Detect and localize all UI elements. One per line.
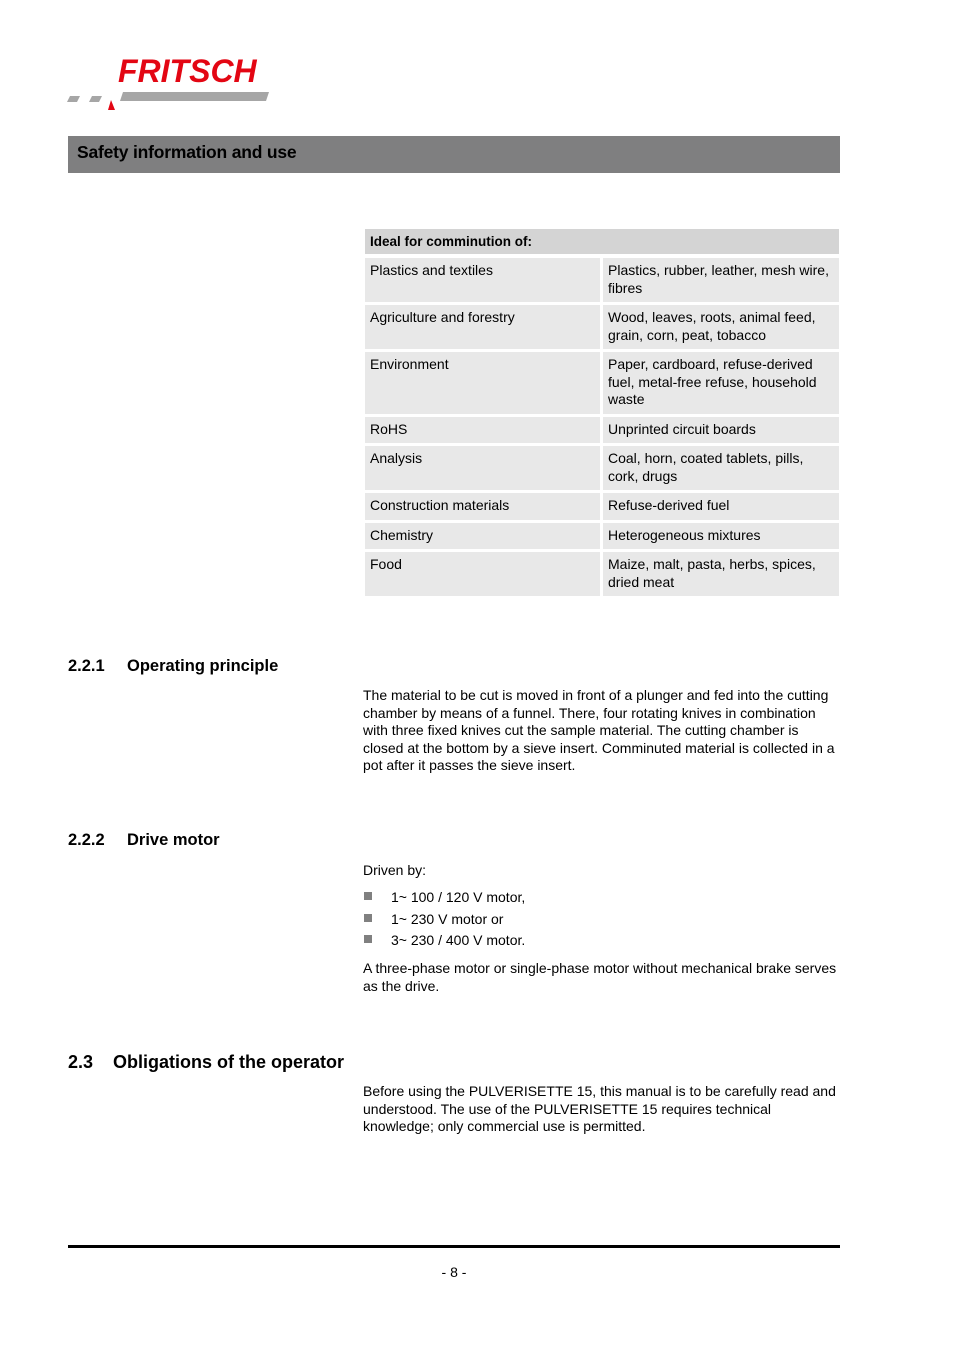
heading-number: 2.2.1 [68,657,105,675]
table-cell-materials: Plastics, rubber, leather, mesh wire, fi… [603,258,839,302]
list-item: 3~ 230 / 400 V motor. [363,930,841,952]
obligations-text: Before using the PULVERISETTE 15, this m… [363,1083,836,1135]
list-item: 1~ 230 V motor or [363,909,841,931]
drive-motor-text: A three-phase motor or single-phase moto… [363,960,837,994]
logo-dash-2 [89,96,102,102]
table-row: Environment Paper, cardboard, refuse-der… [365,352,839,414]
heading-text: Obligations of the operator [113,1052,345,1072]
table-cell-field: Plastics and textiles [365,258,600,302]
table-row: RoHS Unprinted circuit boards [365,416,839,443]
list-item-text: 1~ 100 / 120 V motor, [391,889,526,905]
fritsch-logo-graphic: FRITSCH [67,53,269,110]
table-cell-field: Environment [365,352,600,414]
heading-text: Operating principle [127,657,279,675]
table-cell-field: Chemistry [365,522,600,549]
heading-obligations: 2.3 Obligations of the operator [68,1052,344,1073]
page-title: Safety information and use [77,142,297,162]
table-cell-materials: Maize, malt, pasta, herbs, spices, dried… [603,552,839,596]
table-row: Plastics and textiles Plastics, rubber, … [365,258,839,302]
section-header-bar: Safety information and use [68,136,840,173]
table-cell-materials: Unprinted circuit boards [603,416,839,443]
table-row: Analysis Coal, horn, coated tablets, pil… [365,446,839,490]
table-cell-materials: Wood, leaves, roots, animal feed, grain,… [603,305,839,349]
square-bullet-icon [364,913,372,922]
heading-operating-principle: 2.2.1 Operating principle [68,657,278,676]
logo-triangle [108,100,115,110]
operating-principle-text: The material to be cut is moved in front… [363,687,835,774]
list-item-text: 1~ 230 V motor or [391,910,504,927]
table-cell-materials: Paper, cardboard, refuse-derived fuel, m… [603,352,839,414]
square-bullet-icon [364,935,372,943]
table-header: Ideal for comminution of: [365,229,839,254]
logo-bar [120,92,269,101]
table-row: Agriculture and forestry Wood, leaves, r… [365,305,839,349]
footer-divider [68,1245,840,1248]
square-bullet-icon [364,892,372,900]
heading-text: Drive motor [127,831,220,849]
table-row: Construction materials Refuse-derived fu… [365,493,839,520]
table-cell-field: Agriculture and forestry [365,305,600,349]
table-cell-materials: Coal, horn, coated tablets, pills, cork,… [603,446,839,490]
table-cell-field: RoHS [365,416,600,443]
logo-dash-1 [67,96,80,102]
table-cell-field: Food [365,552,600,596]
table-cell-field: Construction materials [365,493,600,520]
drive-motor-intro: Driven by: [363,862,427,878]
table-row: Chemistry Heterogeneous mixtures [365,522,839,549]
heading-number: 2.2.2 [68,831,105,849]
page-number: - 8 - [441,1264,467,1280]
comminution-table: Ideal for comminution of: Plastics and t… [365,229,839,599]
table-cell-materials: Heterogeneous mixtures [603,522,839,549]
logo-wordmark: FRITSCH [118,53,258,89]
table-cell-materials: Refuse-derived fuel [603,493,839,520]
list-item: 1~ 100 / 120 V motor, [363,887,841,909]
fritsch-logo: FRITSCH [66,52,286,114]
table-row: Food Maize, malt, pasta, herbs, spices, … [365,552,839,596]
heading-drive-motor: 2.2.2 Drive motor [68,831,220,850]
list-item-text: 3~ 230 / 400 V motor. [391,932,526,948]
motor-list: 1~ 100 / 120 V motor, 1~ 230 V motor or … [363,887,841,952]
table-cell-field: Analysis [365,446,600,490]
heading-number: 2.3 [68,1052,94,1072]
